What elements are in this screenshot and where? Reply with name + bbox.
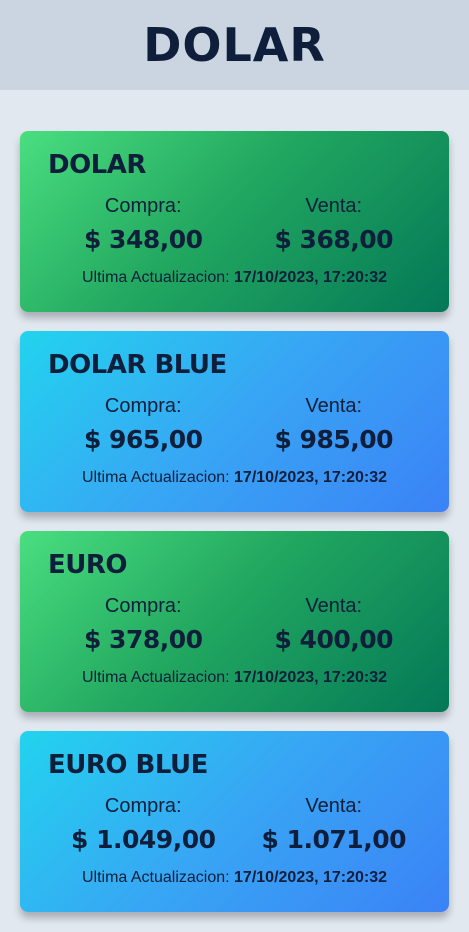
updated-label: Ultima Actualizacion: [81, 669, 230, 686]
buy-column: Compra: $ 965,00 [48, 394, 239, 458]
updated-value: 17/10/2023, 17:20:32 [234, 269, 388, 286]
last-updated: Ultima Actualizacion: 17/10/2023, 17:20:… [20, 869, 449, 887]
page-title: DOLAR [143, 18, 326, 72]
rate-card-dolar-blue: DOLAR BLUE Compra: $ 965,00 Venta: $ 985… [20, 331, 449, 512]
sell-label: Venta: [305, 795, 363, 817]
sell-column: Venta: $ 368,00 [239, 194, 430, 258]
buy-column: Compra: $ 348,00 [48, 194, 239, 258]
sell-value: $ 400,00 [274, 625, 394, 654]
last-updated: Ultima Actualizacion: 17/10/2023, 17:20:… [20, 269, 449, 287]
rate-columns: Compra: $ 378,00 Venta: $ 400,00 [48, 594, 429, 658]
card-title: EURO BLUE [48, 750, 208, 780]
sell-value: $ 1.071,00 [261, 825, 407, 854]
updated-label: Ultima Actualizacion: [81, 269, 230, 286]
rate-columns: Compra: $ 348,00 Venta: $ 368,00 [48, 194, 429, 258]
updated-label: Ultima Actualizacion: [81, 469, 230, 486]
rates-list: DOLAR Compra: $ 348,00 Venta: $ 368,00 U… [0, 90, 469, 912]
buy-value: $ 378,00 [83, 625, 203, 654]
buy-value: $ 1.049,00 [71, 825, 216, 854]
sell-label: Venta: [305, 595, 363, 617]
buy-label: Compra: [104, 195, 182, 217]
buy-label: Compra: [104, 795, 182, 817]
sell-column: Venta: $ 400,00 [239, 594, 430, 658]
sell-value: $ 368,00 [274, 225, 394, 254]
buy-label: Compra: [104, 395, 182, 417]
sell-label: Venta: [305, 195, 363, 217]
app-header: DOLAR [0, 0, 469, 90]
last-updated: Ultima Actualizacion: 17/10/2023, 17:20:… [20, 469, 449, 487]
buy-value: $ 348,00 [83, 225, 203, 254]
sell-label: Venta: [305, 395, 363, 417]
rate-card-dolar: DOLAR Compra: $ 348,00 Venta: $ 368,00 U… [20, 131, 449, 312]
updated-value: 17/10/2023, 17:20:32 [234, 469, 388, 486]
buy-value: $ 965,00 [83, 425, 203, 454]
sell-column: Venta: $ 985,00 [239, 394, 430, 458]
card-title: DOLAR [48, 150, 146, 180]
last-updated: Ultima Actualizacion: 17/10/2023, 17:20:… [20, 669, 449, 687]
rate-columns: Compra: $ 965,00 Venta: $ 985,00 [48, 394, 429, 458]
updated-value: 17/10/2023, 17:20:32 [234, 869, 388, 886]
card-title: EURO [48, 550, 128, 580]
sell-value: $ 985,00 [274, 425, 394, 454]
buy-column: Compra: $ 378,00 [48, 594, 239, 658]
rate-card-euro: EURO Compra: $ 378,00 Venta: $ 400,00 Ul… [20, 531, 449, 712]
buy-column: Compra: $ 1.049,00 [48, 794, 239, 858]
rate-columns: Compra: $ 1.049,00 Venta: $ 1.071,00 [48, 794, 429, 858]
card-title: DOLAR BLUE [48, 350, 227, 380]
updated-label: Ultima Actualizacion: [81, 869, 230, 886]
buy-label: Compra: [104, 595, 182, 617]
updated-value: 17/10/2023, 17:20:32 [234, 669, 388, 686]
sell-column: Venta: $ 1.071,00 [239, 794, 430, 858]
rate-card-euro-blue: EURO BLUE Compra: $ 1.049,00 Venta: $ 1.… [20, 731, 449, 912]
